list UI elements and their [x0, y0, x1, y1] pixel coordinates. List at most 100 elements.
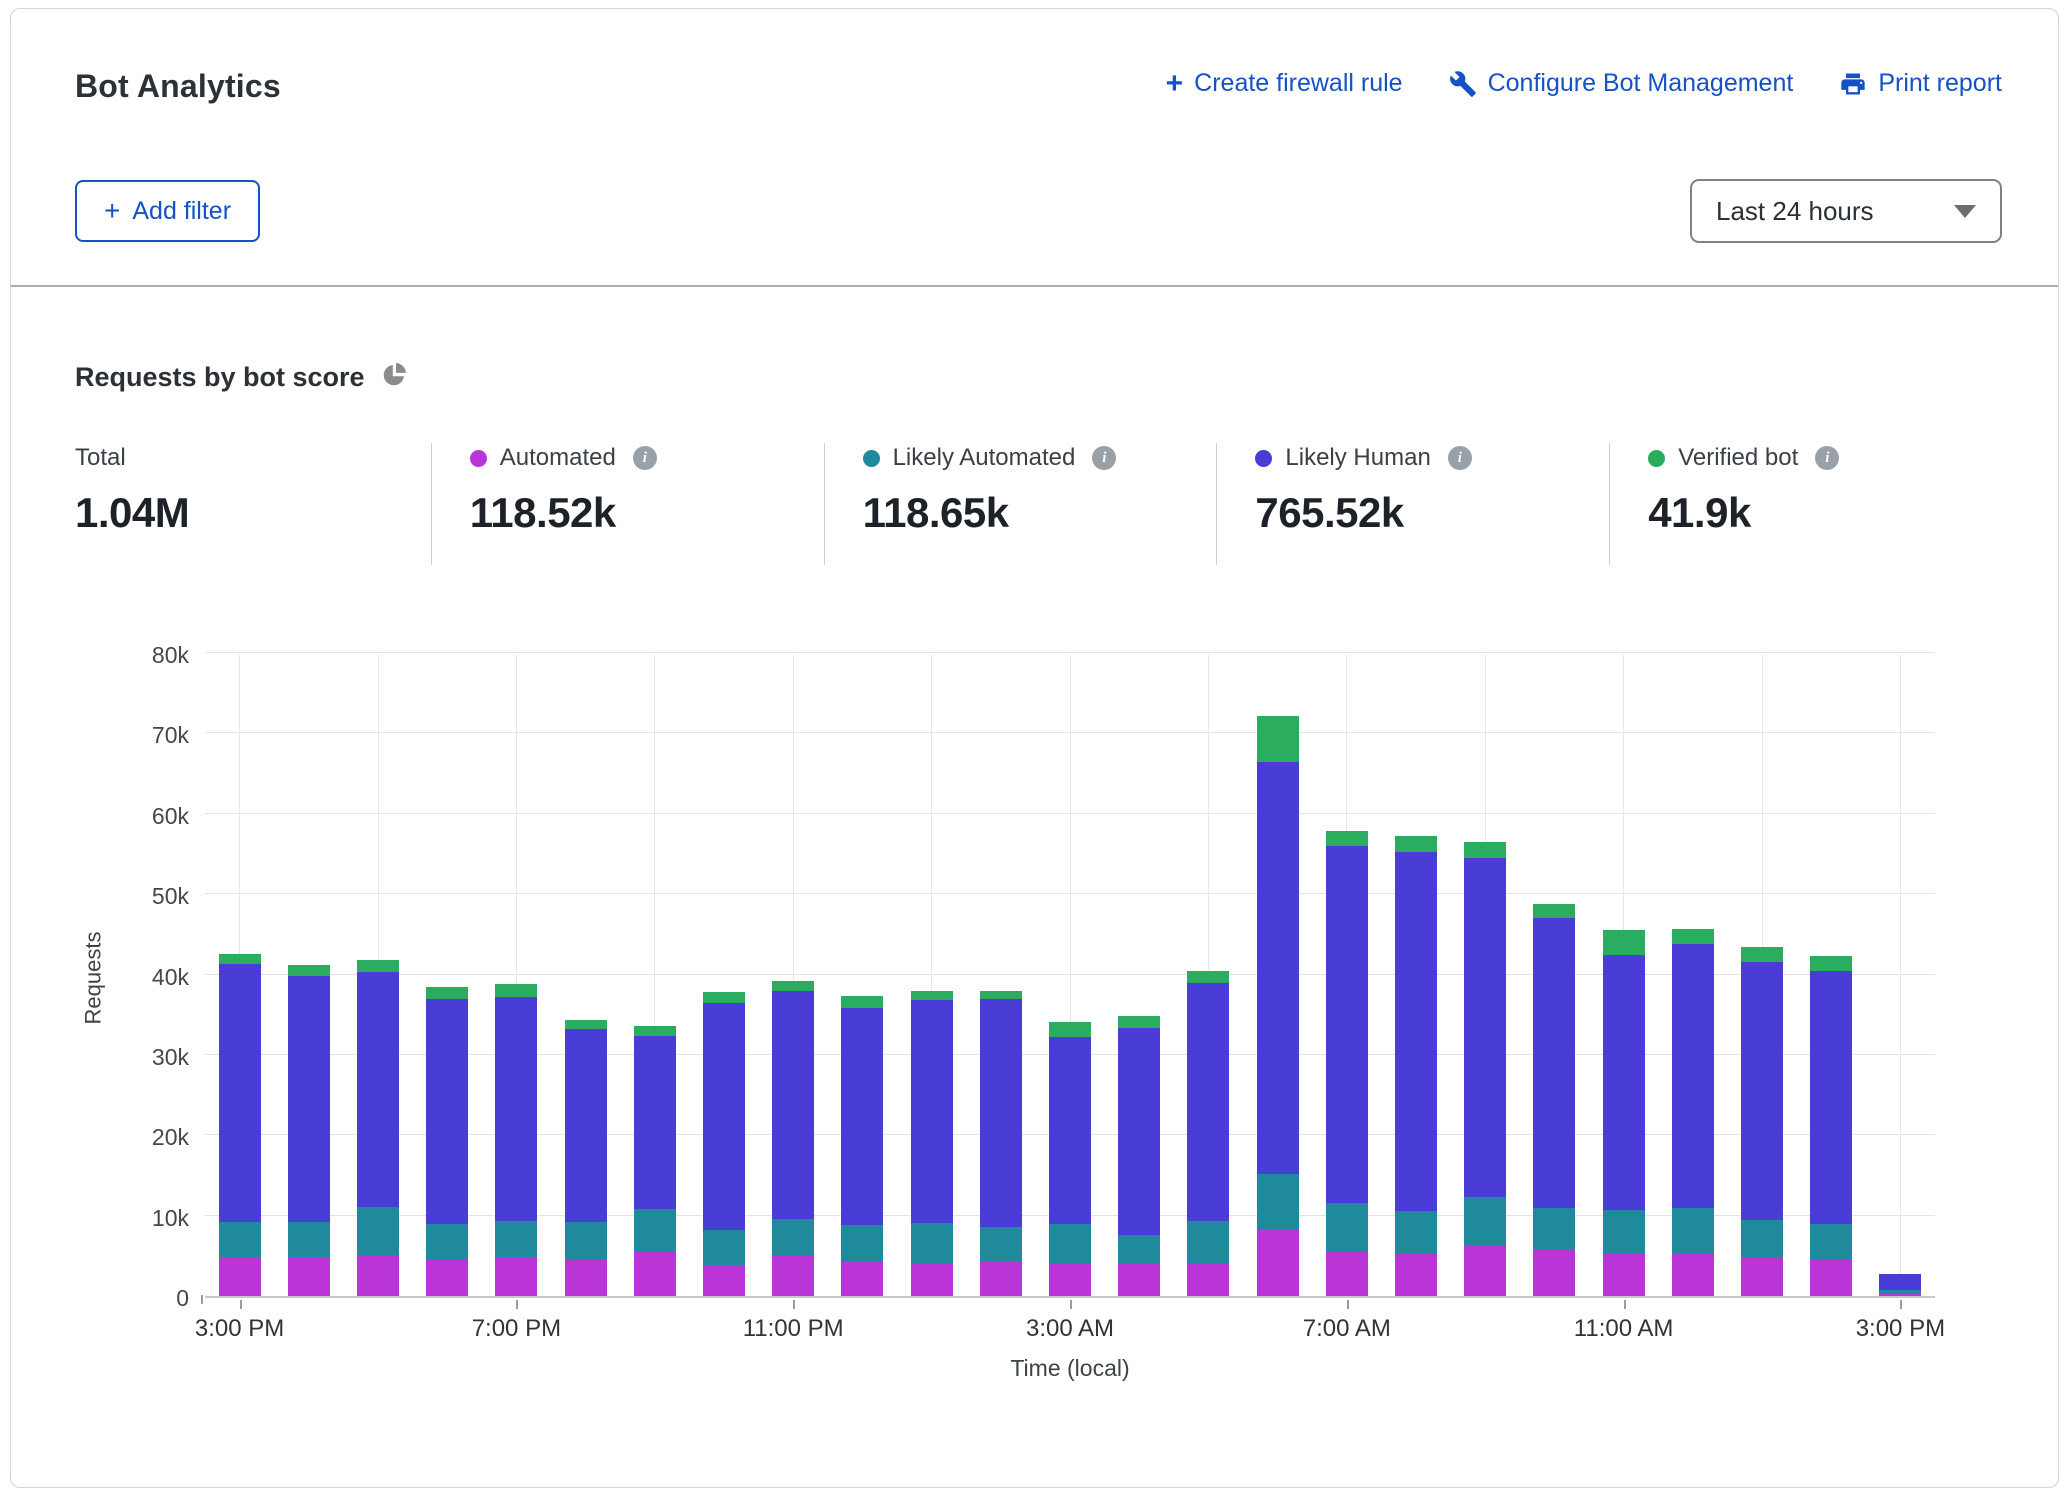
bar-column[interactable]	[1035, 655, 1104, 1296]
bar-segment-likely-human	[1464, 858, 1506, 1197]
card-header: Bot Analytics + Create firewall rule Con…	[11, 9, 2058, 285]
stacked-bar	[219, 954, 261, 1296]
x-tick	[1624, 1300, 1626, 1309]
bar-column[interactable]	[1658, 655, 1727, 1296]
x-tick-label: 7:00 PM	[426, 1315, 606, 1343]
bar-column[interactable]	[689, 655, 758, 1296]
print-report-link[interactable]: Print report	[1839, 69, 2002, 98]
create-firewall-rule-link[interactable]: + Create firewall rule	[1166, 69, 1403, 98]
bar-segment-likely-automated	[1187, 1221, 1229, 1263]
configure-bot-management-link[interactable]: Configure Bot Management	[1449, 69, 1794, 98]
legend-dot-likely-automated	[863, 450, 880, 467]
bar-segment-automated	[1879, 1293, 1921, 1296]
bar-segment-likely-human	[911, 1000, 953, 1223]
bar-column[interactable]	[1243, 655, 1312, 1296]
bar-column[interactable]	[620, 655, 689, 1296]
stacked-bar	[1741, 947, 1783, 1296]
bar-segment-verified-bot	[1464, 842, 1506, 858]
stacked-bar	[1603, 930, 1645, 1296]
bar-column[interactable]	[205, 655, 274, 1296]
bar-column[interactable]	[897, 655, 966, 1296]
bar-segment-likely-automated	[980, 1227, 1022, 1262]
bar-segment-likely-automated	[495, 1221, 537, 1257]
bar-segment-automated	[1395, 1254, 1437, 1296]
bar-segment-automated	[219, 1258, 261, 1296]
bar-segment-likely-human	[772, 991, 814, 1219]
stat-likely-human-value: 765.52k	[1255, 489, 1609, 537]
stacked-bar	[1672, 929, 1714, 1296]
gridline	[205, 652, 1935, 653]
bar-segment-likely-automated	[772, 1219, 814, 1256]
bar-column[interactable]	[1589, 655, 1658, 1296]
bar-column[interactable]	[966, 655, 1035, 1296]
add-filter-button[interactable]: + Add filter	[75, 180, 260, 242]
bar-column[interactable]	[1520, 655, 1589, 1296]
bar-segment-verified-bot	[703, 992, 745, 1003]
bar-column[interactable]	[413, 655, 482, 1296]
info-icon[interactable]: i	[1815, 446, 1839, 470]
legend-dot-likely-human	[1255, 450, 1272, 467]
bar-column[interactable]	[1312, 655, 1381, 1296]
bar-column[interactable]	[1105, 655, 1174, 1296]
plot-area	[205, 655, 1935, 1298]
bar-column[interactable]	[274, 655, 343, 1296]
bar-column[interactable]	[1797, 655, 1866, 1296]
stacked-bar	[1464, 842, 1506, 1296]
y-tick-label: 50k	[89, 883, 189, 910]
bar-segment-automated	[1672, 1253, 1714, 1296]
bar-segment-likely-human	[703, 1003, 745, 1230]
bar-column[interactable]	[551, 655, 620, 1296]
bar-segment-likely-human	[288, 976, 330, 1222]
bar-column[interactable]	[482, 655, 551, 1296]
bar-segment-likely-automated	[565, 1222, 607, 1259]
info-icon[interactable]: i	[1092, 446, 1116, 470]
stacked-bar	[1049, 1022, 1091, 1296]
bar-segment-likely-automated	[1741, 1220, 1783, 1258]
printer-icon	[1839, 70, 1867, 98]
bar-column[interactable]	[1727, 655, 1796, 1296]
bar-segment-likely-automated	[219, 1222, 261, 1258]
legend-dot-verified-bot	[1648, 450, 1665, 467]
bar-column[interactable]	[759, 655, 828, 1296]
bar-column[interactable]	[343, 655, 412, 1296]
bar-segment-likely-human	[426, 999, 468, 1223]
bar-segment-likely-human	[1879, 1274, 1921, 1290]
stat-automated: Automated i 118.52k	[431, 443, 824, 565]
bar-segment-verified-bot	[1118, 1016, 1160, 1027]
stacked-bar	[841, 996, 883, 1296]
bar-segment-verified-bot	[1533, 904, 1575, 918]
x-axis-title: Time (local)	[205, 1355, 1935, 1382]
bar-segment-automated	[1326, 1251, 1368, 1296]
bar-segment-verified-bot	[1326, 831, 1368, 846]
bar-segment-automated	[772, 1256, 814, 1296]
stacked-bar	[1326, 831, 1368, 1296]
card-body: Requests by bot score Total 1.04M Automa…	[11, 361, 2058, 1400]
bar-segment-verified-bot	[1257, 716, 1299, 763]
bar-segment-automated	[1741, 1258, 1783, 1296]
bar-column[interactable]	[1451, 655, 1520, 1296]
bar-column[interactable]	[1381, 655, 1450, 1296]
info-icon[interactable]: i	[633, 446, 657, 470]
x-tick	[1900, 1300, 1902, 1309]
bar-column[interactable]	[828, 655, 897, 1296]
bar-segment-automated	[565, 1259, 607, 1296]
stacked-bar	[634, 1026, 676, 1296]
bars-container	[205, 655, 1935, 1296]
bar-segment-likely-automated	[1049, 1224, 1091, 1264]
info-icon[interactable]: i	[1448, 446, 1472, 470]
bar-segment-verified-bot	[1187, 971, 1229, 982]
bar-segment-likely-human	[219, 964, 261, 1222]
stacked-bar	[357, 960, 399, 1296]
bar-segment-automated	[1464, 1245, 1506, 1296]
header-divider	[11, 285, 2058, 287]
x-tick	[240, 1300, 242, 1309]
bar-segment-likely-human	[357, 972, 399, 1207]
bar-segment-likely-automated	[1672, 1208, 1714, 1253]
time-range-select[interactable]: Last 24 hours	[1690, 179, 2002, 243]
bar-column[interactable]	[1866, 655, 1935, 1296]
bar-segment-likely-automated	[634, 1209, 676, 1251]
stat-total: Total 1.04M	[75, 443, 431, 565]
stacked-bar	[703, 992, 745, 1296]
header-actions: + Create firewall rule Configure Bot Man…	[1166, 69, 2002, 98]
bar-column[interactable]	[1174, 655, 1243, 1296]
